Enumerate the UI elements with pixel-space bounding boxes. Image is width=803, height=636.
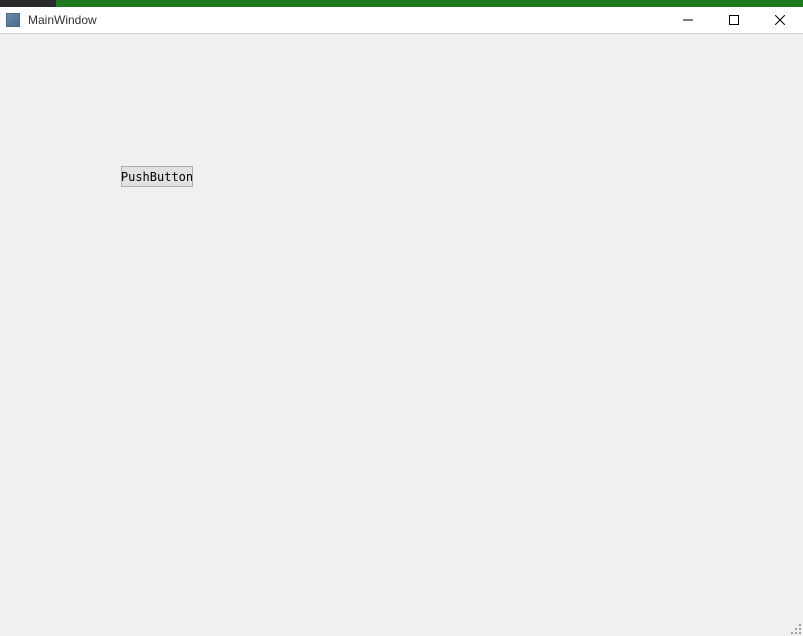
- close-button[interactable]: [757, 7, 803, 33]
- top-background-dark: [0, 0, 56, 7]
- maximize-button[interactable]: [711, 7, 757, 33]
- titlebar[interactable]: MainWindow: [0, 7, 803, 34]
- top-background-strip: [0, 0, 803, 7]
- close-icon: [775, 15, 785, 25]
- window-controls: [665, 7, 803, 33]
- push-button[interactable]: PushButton: [121, 166, 193, 187]
- minimize-icon: [683, 15, 693, 25]
- client-area: PushButton: [0, 34, 803, 636]
- resize-grip[interactable]: [789, 622, 801, 634]
- minimize-button[interactable]: [665, 7, 711, 33]
- window-title: MainWindow: [28, 13, 97, 27]
- maximize-icon: [729, 15, 739, 25]
- app-icon: [6, 13, 20, 27]
